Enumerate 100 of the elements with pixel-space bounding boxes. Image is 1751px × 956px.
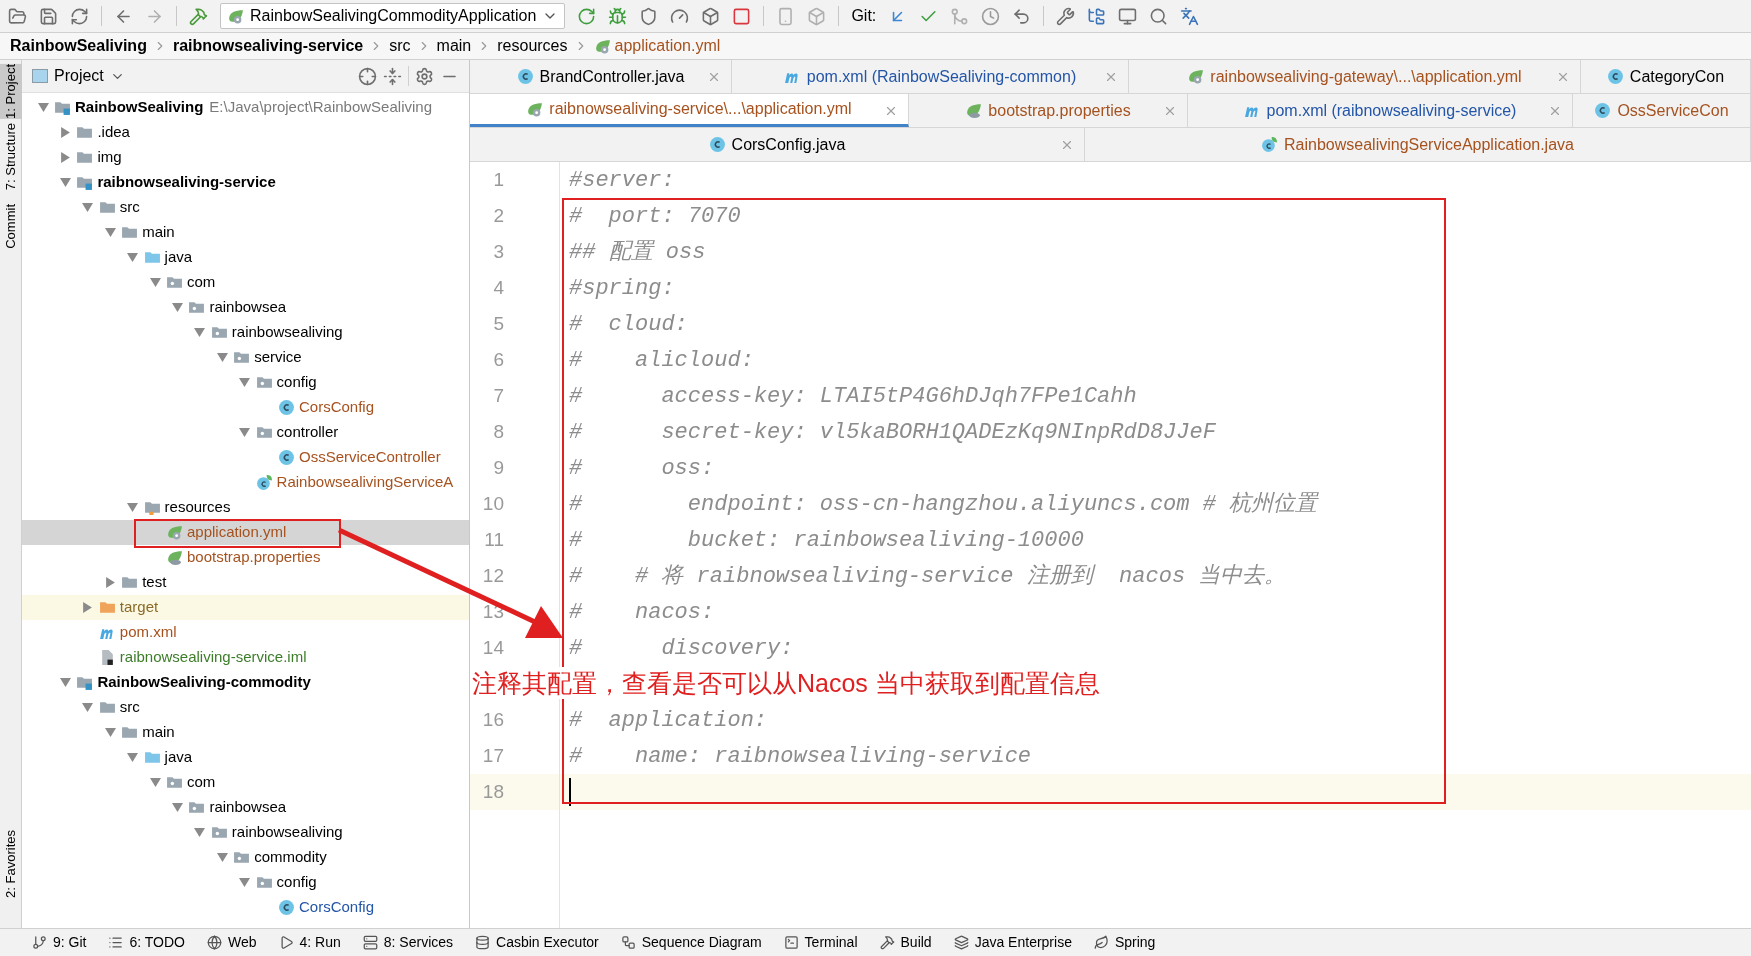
tree-item[interactable]: commodity: [22, 845, 469, 870]
tree-item[interactable]: rainbowsealiving: [22, 320, 469, 345]
tree-item[interactable]: java: [22, 745, 469, 770]
caret-down-icon[interactable]: [127, 252, 139, 263]
tree-item[interactable]: .idea: [22, 120, 469, 145]
caret-right-icon[interactable]: [59, 127, 71, 138]
monitor-icon[interactable]: [1118, 6, 1138, 26]
tree-item[interactable]: rainbowsea: [22, 295, 469, 320]
tool-window-button[interactable]: Casbin Executor: [475, 932, 599, 953]
tree-item[interactable]: img: [22, 145, 469, 170]
caret-down-icon[interactable]: [194, 827, 206, 838]
tree-item[interactable]: resources: [22, 495, 469, 520]
tool-window-tab[interactable]: 1: Project: [0, 64, 22, 119]
caret-down-icon[interactable]: [239, 427, 251, 438]
editor-tab[interactable]: OssServiceCon: [1573, 94, 1751, 127]
tool-window-button[interactable]: Java Enterprise: [953, 932, 1072, 953]
tree-item[interactable]: com: [22, 770, 469, 795]
tab-close-button[interactable]: [1556, 70, 1570, 84]
editor-tab[interactable]: CategoryCon: [1581, 60, 1751, 93]
caret-down-icon[interactable]: [59, 677, 71, 688]
caret-down-icon[interactable]: [149, 277, 161, 288]
folder-tree-icon[interactable]: [1087, 6, 1107, 26]
tool-window-button[interactable]: Terminal: [783, 932, 858, 953]
package-icon[interactable]: [807, 6, 827, 26]
tree-item[interactable]: rainbowsealiving: [22, 820, 469, 845]
tab-close-button[interactable]: [1548, 104, 1562, 118]
breadcrumb[interactable]: src: [389, 34, 411, 58]
undo-icon[interactable]: [1012, 6, 1032, 26]
tree-item[interactable]: CorsConfig: [22, 395, 469, 420]
translate-icon[interactable]: [1180, 6, 1200, 26]
clock-icon[interactable]: [981, 6, 1001, 26]
tool-window-button[interactable]: Build: [879, 932, 932, 953]
tree-item[interactable]: target: [22, 595, 469, 620]
breadcrumb[interactable]: resources: [497, 34, 568, 58]
box-icon[interactable]: [701, 6, 721, 26]
editor-tab[interactable]: RainbowsealivingServiceApplication.java: [1085, 128, 1751, 161]
breadcrumb[interactable]: main: [436, 34, 472, 58]
hammer-icon[interactable]: [189, 6, 208, 26]
tree-item[interactable]: RainbowSealiving-commodity: [22, 670, 469, 695]
editor-tab[interactable]: pom.xml (RainbowSealiving-common): [732, 60, 1129, 93]
breadcrumb[interactable]: raibnowsealiving-service: [172, 34, 364, 58]
caret-down-icon[interactable]: [171, 802, 183, 813]
tree-item[interactable]: main: [22, 720, 469, 745]
tool-window-tab[interactable]: 7: Structure: [0, 122, 22, 191]
tree-item[interactable]: config: [22, 370, 469, 395]
tool-window-tab[interactable]: 2: Favorites: [0, 830, 22, 898]
save-icon[interactable]: [39, 6, 58, 26]
gauge-icon[interactable]: [670, 6, 690, 26]
tree-item[interactable]: java: [22, 245, 469, 270]
tab-close-button[interactable]: [1060, 138, 1074, 152]
run-configuration-dropdown[interactable]: RainbowSealivingCommodityApplication: [220, 3, 566, 29]
tree-item[interactable]: RainbowsealivingServiceA: [22, 470, 469, 495]
settings-icon[interactable]: [415, 66, 434, 86]
caret-down-icon[interactable]: [239, 377, 251, 388]
tool-window-button[interactable]: Sequence Diagram: [620, 932, 762, 953]
tool-window-button[interactable]: 4: Run: [278, 932, 341, 953]
caret-down-icon[interactable]: [104, 727, 116, 738]
caret-down-icon[interactable]: [216, 352, 228, 363]
rerun-icon[interactable]: [577, 6, 597, 26]
caret-down-icon[interactable]: [127, 752, 139, 763]
tree-item[interactable]: rainbowsea: [22, 795, 469, 820]
editor-tab[interactable]: pom.xml (raibnowsealiving-service): [1188, 94, 1573, 127]
collapse-icon[interactable]: [383, 66, 402, 86]
merge-icon[interactable]: [950, 6, 970, 26]
tool-window-button[interactable]: 9: Git: [32, 932, 87, 953]
bug-icon[interactable]: [608, 6, 628, 26]
tree-item[interactable]: config: [22, 870, 469, 895]
project-view-dropdown[interactable]: Project: [54, 64, 125, 88]
caret-down-icon[interactable]: [104, 227, 116, 238]
tool-window-button[interactable]: Spring: [1093, 932, 1156, 953]
tree-item[interactable]: CorsConfig: [22, 895, 469, 920]
tool-window-tab[interactable]: Commit: [0, 204, 22, 249]
crosshair-icon[interactable]: [358, 66, 377, 86]
caret-down-icon[interactable]: [37, 102, 49, 113]
tool-window-button[interactable]: Web: [207, 932, 257, 953]
caret-right-icon[interactable]: [104, 577, 116, 588]
tab-close-button[interactable]: [1163, 104, 1177, 118]
tree-item[interactable]: test: [22, 570, 469, 595]
tab-close-button[interactable]: [1104, 70, 1118, 84]
caret-down-icon[interactable]: [82, 202, 94, 213]
tab-close-button[interactable]: [884, 104, 898, 118]
shield-icon[interactable]: [639, 6, 659, 26]
tool-window-button[interactable]: 6: TODO: [108, 932, 185, 953]
tree-item[interactable]: application.yml: [22, 520, 469, 545]
caret-down-icon[interactable]: [127, 502, 139, 513]
tab-close-button[interactable]: [707, 70, 721, 84]
tree-item[interactable]: com: [22, 270, 469, 295]
editor-tab[interactable]: CorsConfig.java: [470, 128, 1085, 161]
caret-down-icon[interactable]: [149, 777, 161, 788]
caret-down-icon[interactable]: [171, 302, 183, 313]
caret-down-icon[interactable]: [239, 877, 251, 888]
tree-item[interactable]: controller: [22, 420, 469, 445]
tree-item[interactable]: bootstrap.properties: [22, 545, 469, 570]
tool-window-button[interactable]: 8: Services: [362, 932, 454, 953]
wrench-icon[interactable]: [1056, 6, 1076, 26]
breadcrumb[interactable]: application.yml: [593, 34, 721, 58]
tree-item[interactable]: raibnowsealiving-service: [22, 170, 469, 195]
editor-tab[interactable]: rainbowsealiving-gateway\...\application.yml: [1129, 60, 1581, 93]
tree-item[interactable]: service: [22, 345, 469, 370]
caret-right-icon[interactable]: [82, 602, 94, 613]
